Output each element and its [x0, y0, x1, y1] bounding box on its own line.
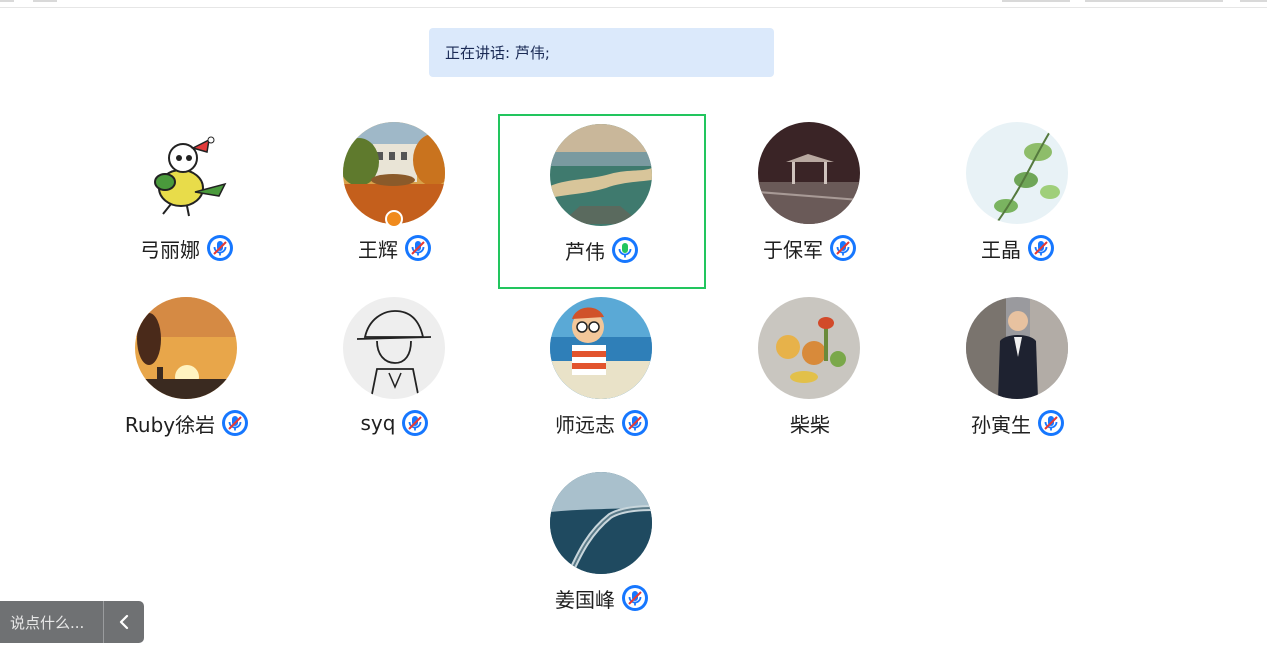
participant-tile[interactable]: 王辉 [291, 112, 499, 288]
participant-name-row: syq [291, 407, 499, 439]
participant-name-row: 王晶 [914, 232, 1122, 264]
participant-name: 王晶 [981, 237, 1021, 262]
participant-tile[interactable]: 弓丽娜 [83, 112, 291, 288]
participant-tile[interactable]: Ruby徐岩 [83, 287, 291, 463]
mic-muted-icon[interactable] [621, 409, 649, 437]
participant-name: 弓丽娜 [140, 237, 200, 262]
participant-tile[interactable]: 师远志 [498, 287, 706, 463]
chevron-left-icon [119, 614, 129, 630]
avatar [966, 297, 1068, 399]
chat-input[interactable]: 说点什么... [0, 601, 104, 643]
speaking-speaker: 芦伟; [514, 44, 550, 62]
participant-name: syq [360, 411, 396, 435]
participant-name: 孙寅生 [971, 412, 1031, 437]
participant-tile[interactable]: 于保军 [706, 112, 914, 288]
participant-tile[interactable]: 王晶 [914, 112, 1122, 288]
mic-muted-icon[interactable] [1027, 234, 1055, 262]
mic-muted-icon[interactable] [621, 584, 649, 612]
meeting-stage: 正在讲话: 芦伟; 弓丽娜 王辉 芦伟 于保军 王晶 Ruby徐岩 syq 师远… [0, 0, 1267, 663]
participant-name-row: Ruby徐岩 [71, 407, 303, 439]
avatar [966, 122, 1068, 224]
participant-tile[interactable]: 姜国峰 [498, 462, 706, 638]
mic-muted-icon[interactable] [1037, 409, 1065, 437]
avatar [550, 297, 652, 399]
avatar [135, 122, 237, 224]
participant-name-row: 芦伟 [500, 234, 704, 266]
avatar [343, 297, 445, 399]
participant-name: 芦伟 [565, 239, 605, 264]
avatar [343, 122, 445, 224]
participant-name-row: 弓丽娜 [83, 232, 291, 264]
speaking-prefix: 正在讲话: [445, 44, 511, 62]
participant-name-row: 师远志 [498, 407, 706, 439]
host-badge-icon [385, 210, 403, 228]
participant-tile-active[interactable]: 芦伟 [498, 114, 706, 289]
top-toolbar-strip [0, 0, 1267, 8]
participant-name: 于保军 [763, 237, 823, 262]
participant-name-row: 柴柴 [706, 407, 914, 439]
avatar [135, 297, 237, 399]
chat-bar: 说点什么... [0, 601, 144, 643]
participant-tile[interactable]: syq [291, 287, 499, 463]
mic-muted-icon[interactable] [221, 409, 249, 437]
participant-name: 王辉 [358, 237, 398, 262]
speaking-banner: 正在讲话: 芦伟; [429, 28, 774, 77]
participant-name: 姜国峰 [555, 587, 615, 612]
participant-name-row: 孙寅生 [914, 407, 1122, 439]
avatar [758, 122, 860, 224]
participant-tile[interactable]: 柴柴 [706, 287, 914, 463]
participant-name-row: 于保军 [706, 232, 914, 264]
mic-muted-icon[interactable] [829, 234, 857, 262]
avatar [550, 472, 652, 574]
avatar [550, 124, 652, 226]
participant-name-row: 姜国峰 [498, 582, 706, 614]
participant-name: 柴柴 [790, 412, 830, 437]
avatar [758, 297, 860, 399]
participant-name: 师远志 [555, 412, 615, 437]
mic-speaking-icon[interactable] [611, 236, 639, 264]
mic-muted-icon[interactable] [404, 234, 432, 262]
mic-muted-icon[interactable] [401, 409, 429, 437]
collapse-chat-button[interactable] [104, 601, 144, 643]
participant-tile[interactable]: 孙寅生 [914, 287, 1122, 463]
mic-muted-icon[interactable] [206, 234, 234, 262]
participant-name: Ruby徐岩 [124, 412, 216, 437]
chat-placeholder: 说点什么... [10, 613, 85, 632]
participant-name-row: 王辉 [291, 232, 499, 264]
